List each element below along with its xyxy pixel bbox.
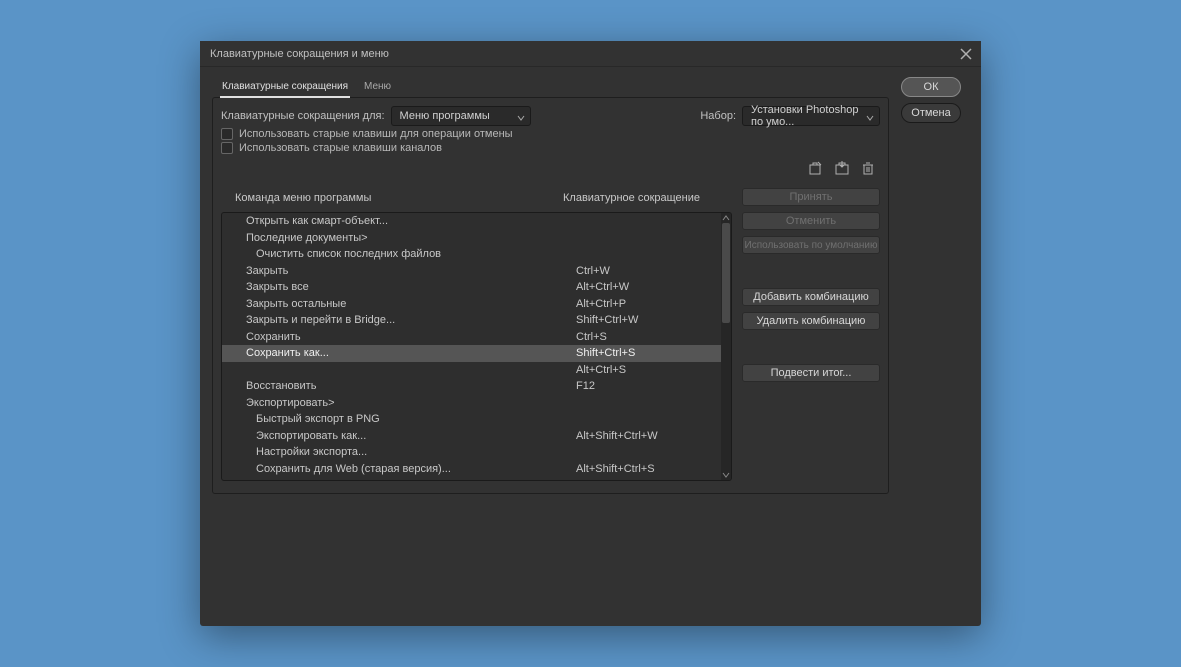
table-row[interactable]: Настройки экспорта... (222, 444, 721, 461)
command-cell: Восстановить (246, 380, 576, 392)
shortcut-cell: Alt+Ctrl+S (576, 364, 721, 376)
shortcut-cell: Shift+Ctrl+S (576, 347, 721, 359)
titlebar: Клавиатурные сокращения и меню (200, 41, 981, 67)
delete-set-icon[interactable] (860, 160, 876, 176)
scroll-thumb[interactable] (722, 223, 730, 323)
use-default-button[interactable]: Использовать по умолчанию (742, 236, 880, 254)
shortcut-cell: Shift+Ctrl+W (576, 314, 721, 326)
options-panel: Клавиатурные сокращения для: Меню програ… (212, 97, 889, 494)
shortcut-cell: Alt+Shift+Ctrl+S (576, 463, 721, 475)
table-row[interactable]: Последние документы> (222, 230, 721, 247)
set-dropdown[interactable]: Установки Photoshop по умо... (742, 106, 880, 126)
tabs: Клавиатурные сокращения Меню (220, 77, 889, 98)
command-cell: Сохранить (246, 331, 576, 343)
column-shortcut: Клавиатурное сокращение (563, 192, 718, 204)
command-cell: Настройки экспорта... (256, 446, 576, 458)
command-cell: Последние документы> (246, 232, 576, 244)
dialog-title: Клавиатурные сокращения и меню (210, 48, 389, 60)
command-cell: Сохранить для Web (старая версия)... (256, 463, 576, 475)
legacy-channels-label: Использовать старые клавиши каналов (239, 142, 442, 154)
table-row[interactable]: Экспортировать> (222, 395, 721, 412)
chevron-down-icon (866, 113, 874, 125)
tab-shortcuts[interactable]: Клавиатурные сокращения (220, 77, 350, 98)
table-row[interactable]: ВосстановитьF12 (222, 378, 721, 395)
ok-button[interactable]: ОК (901, 77, 961, 97)
table-row[interactable]: Alt+Ctrl+S (222, 362, 721, 379)
shortcuts-for-label: Клавиатурные сокращения для: (221, 110, 385, 122)
table-header: Команда меню программы Клавиатурное сокр… (221, 188, 732, 212)
cancel-button[interactable]: Отмена (901, 103, 961, 123)
command-cell: Закрыть и перейти в Bridge... (246, 314, 576, 326)
command-cell: Закрыть все (246, 281, 576, 293)
table-row[interactable]: Закрыть и перейти в Bridge...Shift+Ctrl+… (222, 312, 721, 329)
new-set-icon[interactable] (808, 160, 824, 176)
keyboard-shortcuts-dialog: Клавиатурные сокращения и меню Клавиатур… (200, 41, 981, 626)
table-row[interactable]: Сохранить для Web (старая версия)...Alt+… (222, 461, 721, 478)
table-row[interactable]: СохранитьCtrl+S (222, 329, 721, 346)
scroll-up-icon[interactable] (721, 213, 731, 223)
close-icon[interactable] (959, 47, 973, 61)
summarize-button[interactable]: Подвести итог... (742, 364, 880, 382)
shortcut-cell: Alt+Ctrl+P (576, 298, 721, 310)
undo-button[interactable]: Отменить (742, 212, 880, 230)
chevron-down-icon (517, 113, 525, 125)
column-command: Команда меню программы (235, 192, 563, 204)
shortcut-cell: Alt+Shift+Ctrl+W (576, 430, 721, 442)
shortcut-cell: F12 (576, 380, 721, 392)
table-row[interactable]: Закрыть всеAlt+Ctrl+W (222, 279, 721, 296)
command-cell: Очистить список последних файлов (256, 248, 576, 260)
command-cell: Сохранить как... (246, 347, 576, 359)
shortcut-cell: Ctrl+W (576, 265, 721, 277)
legacy-channels-checkbox[interactable] (221, 142, 233, 154)
command-cell: Быстрый экспорт в PNG (256, 413, 576, 425)
add-shortcut-button[interactable]: Добавить комбинацию (742, 288, 880, 306)
shortcuts-for-dropdown[interactable]: Меню программы (391, 106, 531, 126)
table-row[interactable]: ЗакрытьCtrl+W (222, 263, 721, 280)
shortcuts-list: Открыть как смарт-объект... Последние док… (221, 212, 732, 481)
table-row[interactable]: Сохранить как...Shift+Ctrl+S (222, 345, 721, 362)
table-row[interactable]: Очистить список последних файлов (222, 246, 721, 263)
save-set-icon[interactable] (834, 160, 850, 176)
legacy-undo-label: Использовать старые клавиши для операции… (239, 128, 513, 140)
command-cell: Открыть как смарт-объект... (246, 215, 576, 227)
legacy-undo-checkbox[interactable] (221, 128, 233, 140)
table-row[interactable]: Быстрый экспорт в PNG (222, 411, 721, 428)
scrollbar[interactable] (721, 213, 731, 480)
accept-button[interactable]: Принять (742, 188, 880, 206)
command-cell: Экспортировать> (246, 397, 576, 409)
shortcut-cell: Ctrl+S (576, 331, 721, 343)
command-cell: Закрыть (246, 265, 576, 277)
command-cell: Экспортировать как... (256, 430, 576, 442)
table-row[interactable]: Экспортировать как...Alt+Shift+Ctrl+W (222, 428, 721, 445)
table-row[interactable]: Закрыть остальныеAlt+Ctrl+P (222, 296, 721, 313)
scroll-down-icon[interactable] (721, 470, 731, 480)
table-row[interactable]: Открыть как смарт-объект... (222, 213, 721, 230)
set-label: Набор: (700, 110, 736, 122)
delete-shortcut-button[interactable]: Удалить комбинацию (742, 312, 880, 330)
dropdown-value: Установки Photoshop по умо... (751, 104, 861, 128)
command-cell: Закрыть остальные (246, 298, 576, 310)
shortcut-cell: Alt+Ctrl+W (576, 281, 721, 293)
dropdown-value: Меню программы (400, 110, 490, 122)
tab-menus[interactable]: Меню (362, 77, 393, 98)
